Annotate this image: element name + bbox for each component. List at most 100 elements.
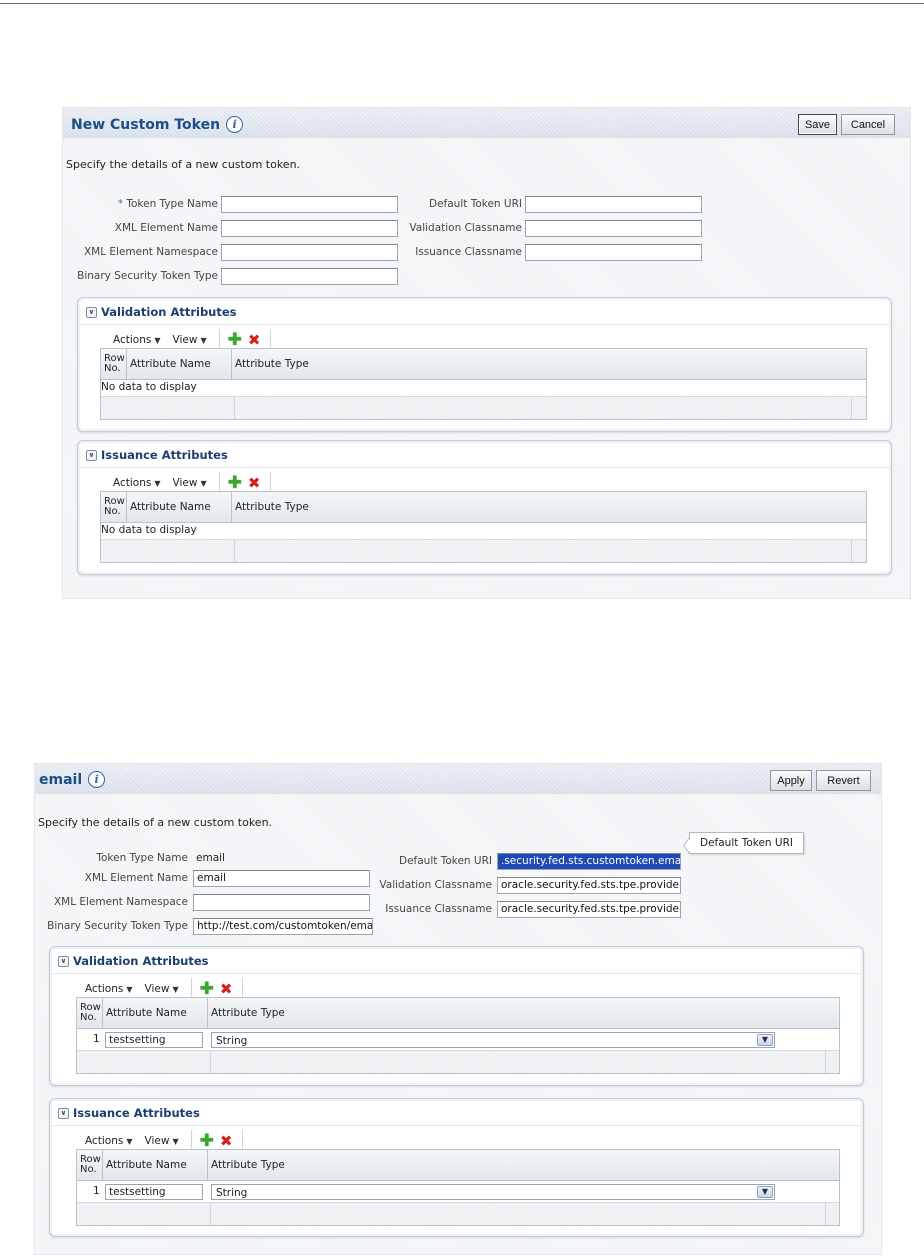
page-title-text: email: [39, 771, 83, 788]
table-row[interactable]: 1 testsetting String ▼: [77, 1029, 839, 1052]
validation-classname-input[interactable]: [525, 220, 702, 237]
default-token-uri-input[interactable]: .security.fed.sts.customtoken.email: [497, 853, 681, 870]
issuance-classname-label: Issuance Classname: [415, 246, 522, 258]
footer-divider: [851, 397, 852, 419]
add-icon[interactable]: ✚: [200, 1132, 214, 1150]
footer-divider: [210, 1203, 211, 1225]
binary-security-token-type-label: Binary Security Token Type: [77, 270, 218, 282]
col-attribute-type[interactable]: Attribute Type: [208, 998, 839, 1028]
attribute-type-value: String: [216, 1035, 248, 1047]
attribute-type-value: String: [216, 1187, 248, 1199]
collapse-toggle-icon[interactable]: ∨: [58, 955, 69, 967]
view-menu[interactable]: View ▼: [173, 334, 207, 346]
divider: [52, 1125, 861, 1126]
empty-message: No data to display: [101, 524, 197, 536]
delete-icon[interactable]: ✖: [220, 981, 233, 997]
actions-menu[interactable]: Actions ▼: [113, 477, 161, 489]
delete-icon[interactable]: ✖: [248, 475, 261, 491]
token-type-name-input[interactable]: [221, 196, 398, 213]
section-header[interactable]: ∨ Validation Attributes: [86, 305, 237, 319]
issuance-classname-input[interactable]: [525, 244, 702, 261]
view-label: View: [172, 334, 198, 346]
chevron-down-icon: ▼: [200, 478, 207, 488]
info-icon[interactable]: i: [226, 116, 244, 133]
required-marker: *: [117, 198, 123, 210]
col-attribute-type[interactable]: Attribute Type: [232, 349, 866, 379]
section-header[interactable]: ∨ Issuance Attributes: [58, 1106, 200, 1120]
chevron-down-icon: ▼: [172, 984, 179, 994]
section-title: Validation Attributes: [73, 954, 209, 968]
chevron-down-icon: ▼: [200, 335, 207, 345]
col-attribute-name[interactable]: Attribute Name: [103, 1150, 208, 1180]
view-menu[interactable]: View ▼: [173, 477, 207, 489]
section-title: Issuance Attributes: [101, 448, 228, 462]
binary-security-token-type-input[interactable]: [221, 268, 398, 285]
footer-divider: [825, 1203, 826, 1225]
delete-icon[interactable]: ✖: [248, 332, 261, 348]
actions-menu[interactable]: Actions ▼: [85, 983, 133, 995]
collapse-toggle-icon[interactable]: ∨: [58, 1107, 69, 1119]
table-footer: [77, 1202, 839, 1225]
revert-button[interactable]: Revert: [816, 770, 871, 791]
divider: [80, 324, 889, 325]
xml-element-namespace-input[interactable]: [193, 894, 370, 911]
attribute-name-input[interactable]: testsetting: [105, 1184, 203, 1200]
save-button[interactable]: Save: [798, 114, 837, 135]
view-label: View: [144, 1135, 170, 1147]
add-icon[interactable]: ✚: [228, 331, 242, 349]
col-row-no[interactable]: Row No.: [101, 492, 127, 522]
table-row[interactable]: 1 testsetting String ▼: [77, 1181, 839, 1204]
default-token-uri-label: Default Token URI: [429, 198, 522, 210]
col-attribute-type[interactable]: Attribute Type: [208, 1150, 839, 1180]
chevron-down-icon[interactable]: ▼: [757, 1186, 773, 1198]
col-attribute-name[interactable]: Attribute Name: [103, 998, 208, 1028]
section-header[interactable]: ∨ Issuance Attributes: [86, 448, 228, 462]
footer-divider: [851, 540, 852, 562]
col-attribute-name[interactable]: Attribute Name: [127, 492, 232, 522]
actions-menu[interactable]: Actions ▼: [85, 1135, 133, 1147]
token-type-name-value: email: [196, 852, 225, 864]
validation-classname-label: Validation Classname: [379, 879, 492, 891]
section-title: Validation Attributes: [101, 305, 237, 319]
section-header[interactable]: ∨ Validation Attributes: [58, 954, 209, 968]
validation-classname-label: Validation Classname: [409, 222, 522, 234]
description-text: Specify the details of a new custom toke…: [38, 816, 273, 829]
col-row-no[interactable]: Row No.: [101, 349, 127, 379]
info-icon[interactable]: i: [88, 771, 106, 788]
xml-element-namespace-input[interactable]: [221, 244, 398, 261]
xml-element-name-label: XML Element Name: [84, 872, 188, 884]
footer-divider: [825, 1051, 826, 1073]
add-icon[interactable]: ✚: [200, 980, 214, 998]
col-row-no[interactable]: Row No.: [77, 1150, 103, 1180]
col-attribute-type[interactable]: Attribute Type: [232, 492, 866, 522]
xml-element-namespace-label: XML Element Namespace: [83, 246, 218, 258]
actions-menu[interactable]: Actions ▼: [113, 334, 161, 346]
default-token-uri-input[interactable]: [525, 196, 702, 213]
attribute-type-select[interactable]: String ▼: [211, 1184, 775, 1200]
token-type-name-label: * Token Type Name: [118, 198, 218, 210]
issuance-classname-input[interactable]: oracle.security.fed.sts.tpe.provider: [497, 901, 681, 918]
collapse-toggle-icon[interactable]: ∨: [86, 449, 97, 461]
binary-security-token-type-input[interactable]: http://test.com/customtoken/email: [193, 918, 373, 935]
chevron-down-icon: ▼: [172, 1136, 179, 1146]
view-menu[interactable]: View ▼: [145, 983, 179, 995]
attribute-type-select[interactable]: String ▼: [211, 1032, 775, 1048]
delete-icon[interactable]: ✖: [220, 1133, 233, 1149]
col-attribute-name[interactable]: Attribute Name: [127, 349, 232, 379]
row-number: 1: [93, 1033, 100, 1045]
view-menu[interactable]: View ▼: [145, 1135, 179, 1147]
apply-button[interactable]: Apply: [770, 770, 812, 791]
chevron-down-icon: ▼: [154, 478, 161, 488]
chevron-down-icon[interactable]: ▼: [757, 1034, 773, 1046]
col-row-no[interactable]: Row No.: [77, 998, 103, 1028]
add-icon[interactable]: ✚: [228, 474, 242, 492]
page-title: New Custom Token i: [71, 116, 244, 133]
attribute-name-input[interactable]: testsetting: [105, 1032, 203, 1048]
xml-element-name-input[interactable]: [221, 220, 398, 237]
actions-label: Actions: [113, 334, 152, 346]
table-footer: [77, 1050, 839, 1073]
collapse-toggle-icon[interactable]: ∨: [86, 306, 97, 318]
xml-element-name-input[interactable]: email: [193, 870, 370, 887]
validation-classname-input[interactable]: oracle.security.fed.sts.tpe.provider: [497, 877, 681, 894]
cancel-button[interactable]: Cancel: [841, 114, 895, 135]
